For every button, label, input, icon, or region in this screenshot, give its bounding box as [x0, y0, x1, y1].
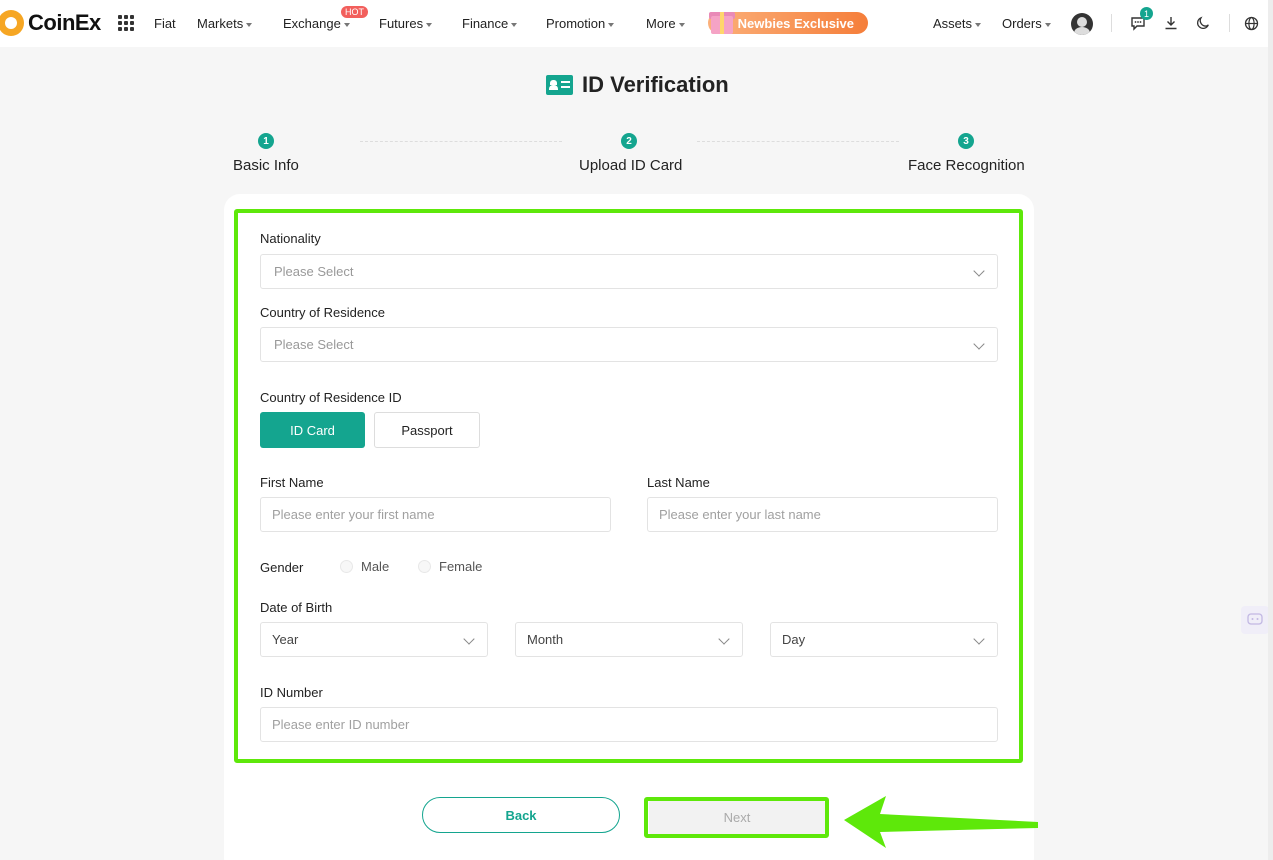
coinex-logo[interactable]: CoinEx — [0, 10, 101, 36]
last-name-input[interactable] — [647, 497, 998, 532]
nav-promotion-label: Promotion — [546, 16, 606, 31]
last-name-label: Last Name — [647, 475, 710, 490]
nav-markets[interactable]: Markets — [197, 16, 253, 31]
chevron-down-icon — [463, 633, 475, 645]
nav-orders[interactable]: Orders — [1002, 16, 1051, 31]
chat-support-icon[interactable] — [1241, 606, 1269, 634]
step-1-number: 1 — [258, 133, 274, 149]
form-highlight-box — [234, 209, 1023, 763]
caret-down-icon — [1044, 22, 1051, 27]
top-nav: CoinEx Fiat Markets Exchange HOT Futures… — [0, 0, 1273, 47]
caret-down-icon — [426, 22, 433, 27]
dob-label: Date of Birth — [260, 600, 333, 615]
female-label[interactable]: Female — [439, 559, 482, 574]
passport-option[interactable]: Passport — [374, 412, 480, 448]
caret-down-icon — [511, 22, 518, 27]
nationality-select[interactable]: Please Select — [260, 254, 998, 289]
caret-down-icon — [246, 22, 253, 27]
step-2-number: 2 — [621, 133, 637, 149]
birth-year-value: Year — [272, 632, 299, 647]
nav-futures-label: Futures — [379, 16, 424, 31]
step-3-number: 3 — [958, 133, 974, 149]
nav-exchange[interactable]: Exchange — [283, 16, 350, 31]
nationality-placeholder: Please Select — [274, 264, 354, 279]
page-title-text: ID Verification — [582, 72, 729, 97]
residence-id-label: Country of Residence ID — [260, 390, 402, 405]
nav-assets-label: Assets — [933, 16, 973, 31]
caret-down-icon — [608, 22, 615, 27]
user-avatar[interactable] — [1071, 13, 1093, 35]
nationality-label: Nationality — [260, 231, 321, 246]
step-1-label: Basic Info — [233, 157, 299, 174]
nav-assets[interactable]: Assets — [933, 16, 982, 31]
nav-fiat[interactable]: Fiat — [154, 16, 176, 31]
male-label[interactable]: Male — [361, 559, 389, 574]
globe-icon[interactable] — [1241, 13, 1261, 33]
nav-markets-label: Markets — [197, 16, 244, 31]
nav-promotion[interactable]: Promotion — [546, 16, 615, 31]
residence-label: Country of Residence — [260, 305, 386, 320]
female-radio[interactable] — [418, 560, 431, 573]
male-radio[interactable] — [340, 560, 353, 573]
birth-day-value: Day — [782, 632, 806, 647]
page-scrollbar[interactable] — [1268, 0, 1273, 860]
next-highlight-box — [644, 797, 829, 838]
coinex-logo-icon — [0, 10, 24, 36]
birth-year-select[interactable]: Year — [260, 622, 488, 657]
divider — [1111, 14, 1112, 32]
step-connector — [697, 141, 899, 142]
id-card-icon — [546, 75, 573, 95]
nav-more[interactable]: More — [646, 16, 685, 31]
residence-select[interactable]: Please Select — [260, 327, 998, 362]
step-2-label: Upload ID Card — [579, 157, 683, 174]
nav-more-label: More — [646, 16, 676, 31]
page-title: ID Verification — [546, 72, 729, 98]
birth-day-select[interactable]: Day — [770, 622, 998, 657]
step-3-label: Face Recognition — [908, 157, 1025, 174]
nav-orders-label: Orders — [1002, 16, 1042, 31]
nav-finance[interactable]: Finance — [462, 16, 518, 31]
first-name-input[interactable] — [260, 497, 611, 532]
back-button[interactable]: Back — [422, 797, 620, 833]
step-connector — [360, 141, 562, 142]
newbies-label: Newbies Exclusive — [737, 15, 854, 31]
id-card-option[interactable]: ID Card — [260, 412, 365, 448]
message-count-badge: 1 — [1140, 7, 1153, 20]
nav-exchange-label: Exchange — [283, 16, 341, 31]
nav-fiat-label: Fiat — [154, 16, 176, 31]
chevron-down-icon — [973, 338, 985, 350]
caret-down-icon — [678, 22, 685, 27]
download-icon[interactable] — [1161, 13, 1181, 33]
birth-month-select[interactable]: Month — [515, 622, 743, 657]
first-name-label: First Name — [260, 475, 324, 490]
pointer-arrow-icon — [844, 796, 1038, 848]
caret-down-icon — [343, 22, 350, 27]
divider — [1229, 14, 1230, 32]
gender-label: Gender — [260, 560, 304, 575]
chevron-down-icon — [973, 265, 985, 277]
apps-grid-icon[interactable] — [118, 15, 134, 31]
gift-icon — [708, 6, 736, 36]
id-number-input[interactable] — [260, 707, 998, 742]
caret-down-icon — [975, 22, 982, 27]
nav-finance-label: Finance — [462, 16, 509, 31]
chevron-down-icon — [718, 633, 730, 645]
chevron-down-icon — [973, 633, 985, 645]
dark-mode-moon-icon[interactable] — [1193, 13, 1213, 33]
nav-futures[interactable]: Futures — [379, 16, 433, 31]
id-number-label: ID Number — [260, 685, 323, 700]
birth-month-value: Month — [527, 632, 564, 647]
brand-name: CoinEx — [28, 10, 101, 35]
residence-placeholder: Please Select — [274, 337, 354, 352]
hot-badge: HOT — [341, 6, 368, 18]
